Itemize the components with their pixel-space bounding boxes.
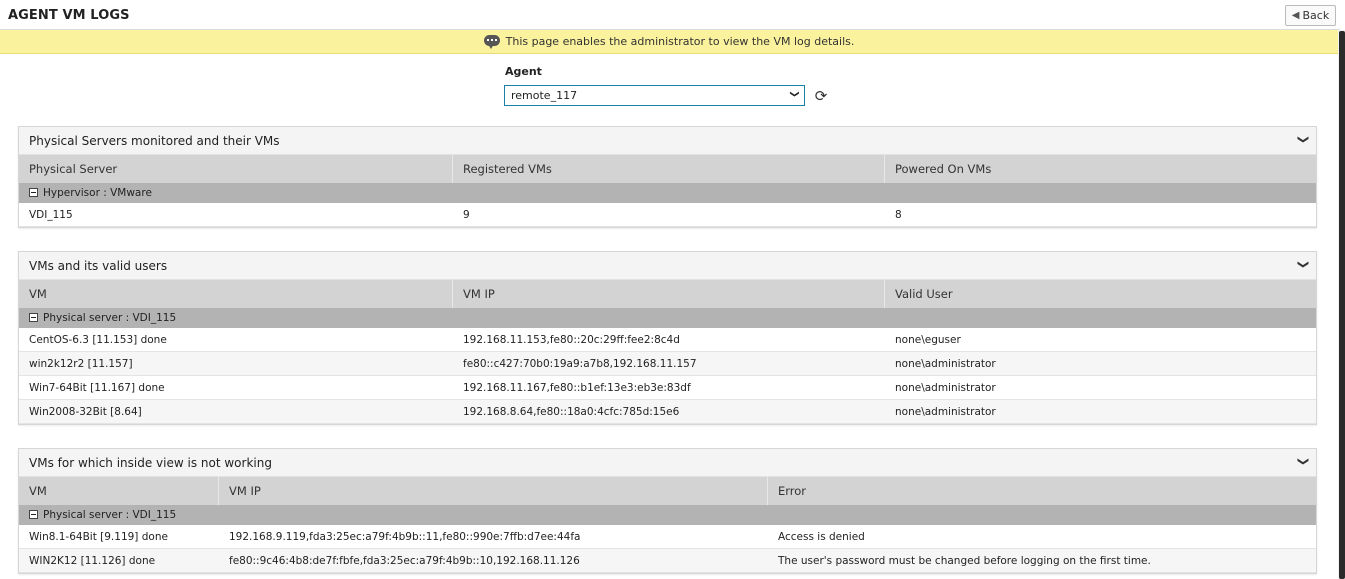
panel-title: VMs for which inside view is not working xyxy=(29,456,272,470)
table-cell: fe80::9c46:4b8:de7f:fbfe,fda3:25ec:a79f:… xyxy=(229,554,580,567)
panel-title: VMs and its valid users xyxy=(29,259,168,273)
group-row[interactable]: Physical server : VDI_115 xyxy=(19,505,1316,525)
table-cell: CentOS-6.3 [11.153] done xyxy=(29,333,167,346)
table-cell: 192.168.11.153,fe80::20c:29ff:fee2:8c4d xyxy=(463,333,680,346)
collapse-minus-icon[interactable] xyxy=(29,313,38,322)
physical-servers-panel: Physical Servers monitored and their VMs… xyxy=(18,126,1317,228)
table-cell: Win8.1-64Bit [9.119] done xyxy=(29,530,168,543)
table-row: Win7-64Bit [11.167] done 192.168.11.167,… xyxy=(19,376,1316,400)
refresh-icon[interactable]: ⟳ xyxy=(812,88,830,104)
column-header: Error xyxy=(778,484,807,498)
vm-valid-users-panel: VMs and its valid users ❯ VM VM IP Valid… xyxy=(18,251,1317,425)
collapse-chevron-icon[interactable]: ❯ xyxy=(1297,260,1310,269)
table-header: VM VM IP Error xyxy=(19,477,1316,505)
back-arrow-icon: ◀ xyxy=(1291,10,1300,21)
table-cell: none\administrator xyxy=(895,381,996,394)
table-cell: Win2008-32Bit [8.64] xyxy=(29,405,142,418)
group-label: Physical server : VDI_115 xyxy=(43,509,177,521)
column-header: Valid User xyxy=(895,287,953,301)
collapse-minus-icon[interactable] xyxy=(29,188,38,197)
table-cell: WIN2K12 [11.126] done xyxy=(29,554,156,567)
table-row: CentOS-6.3 [11.153] done 192.168.11.153,… xyxy=(19,328,1316,352)
panel-header[interactable]: Physical Servers monitored and their VMs… xyxy=(19,127,1316,155)
agent-label: Agent xyxy=(505,65,542,78)
table-cell: none\administrator xyxy=(895,405,996,418)
table-cell: none\eguser xyxy=(895,333,961,346)
page-header: AGENT VM LOGS ◀ Back xyxy=(0,0,1340,30)
table-cell: The user's password must be changed befo… xyxy=(778,554,1151,567)
table-row: Win8.1-64Bit [9.119] done 192.168.9.119,… xyxy=(19,525,1316,549)
group-label: Physical server : VDI_115 xyxy=(43,312,177,324)
collapse-minus-icon[interactable] xyxy=(29,510,38,519)
table-cell: 8 xyxy=(895,208,902,221)
column-header: Powered On VMs xyxy=(895,162,992,176)
group-row[interactable]: Physical server : VDI_115 xyxy=(19,308,1316,328)
column-header: Registered VMs xyxy=(453,155,885,183)
group-label: Hypervisor : VMware xyxy=(43,187,152,199)
inside-view-not-working-panel: VMs for which inside view is not working… xyxy=(18,448,1317,574)
panel-header[interactable]: VMs and its valid users ❯ xyxy=(19,252,1316,280)
group-row[interactable]: Hypervisor : VMware xyxy=(19,183,1316,203)
info-message: This page enables the administrator to v… xyxy=(505,35,855,48)
table-header: VM VM IP Valid User xyxy=(19,280,1316,308)
table-row: Win2008-32Bit [8.64] 192.168.8.64,fe80::… xyxy=(19,400,1316,424)
table-cell: Access is denied xyxy=(778,530,865,543)
table-cell: 9 xyxy=(463,208,470,221)
agent-select[interactable]: remote_117 ❯ xyxy=(504,85,805,106)
table-row: win2k12r2 [11.157] fe80::c427:70b0:19a9:… xyxy=(19,352,1316,376)
table-row: VDI_115 9 8 xyxy=(19,203,1316,227)
table-cell: 192.168.9.119,fda3:25ec:a79f:4b9b::11,fe… xyxy=(229,530,581,543)
panel-header[interactable]: VMs for which inside view is not working… xyxy=(19,449,1316,477)
back-button[interactable]: ◀ Back xyxy=(1285,5,1336,26)
table-header: Physical Server Registered VMs Powered O… xyxy=(19,155,1316,183)
column-header: VM IP xyxy=(453,280,885,308)
column-header: VM xyxy=(19,477,219,505)
table-cell: VDI_115 xyxy=(29,208,73,221)
collapse-chevron-icon[interactable]: ❯ xyxy=(1297,457,1310,466)
panel-title: Physical Servers monitored and their VMs xyxy=(29,134,280,148)
column-header: VM xyxy=(19,280,453,308)
scrollbar-thumb[interactable] xyxy=(1339,31,1345,579)
page-title: AGENT VM LOGS xyxy=(8,8,130,23)
column-header: Physical Server xyxy=(19,155,453,183)
table-cell: fe80::c427:70b0:19a9:a7b8,192.168.11.157 xyxy=(463,357,697,370)
table-cell: none\administrator xyxy=(895,357,996,370)
column-header: VM IP xyxy=(219,477,768,505)
table-cell: win2k12r2 [11.157] xyxy=(29,357,133,370)
table-cell: Win7-64Bit [11.167] done xyxy=(29,381,165,394)
table-row: WIN2K12 [11.126] done fe80::9c46:4b8:de7… xyxy=(19,549,1316,573)
collapse-chevron-icon[interactable]: ❯ xyxy=(1297,135,1310,144)
table-cell: 192.168.11.167,fe80::b1ef:13e3:eb3e:83df xyxy=(463,381,691,394)
info-banner: This page enables the administrator to v… xyxy=(0,30,1338,54)
chat-bubble-icon xyxy=(483,34,500,49)
chevron-down-icon: ❯ xyxy=(789,90,800,98)
agent-select-value: remote_117 xyxy=(511,89,578,102)
table-cell: 192.168.8.64,fe80::18a0:4cfc:785d:15e6 xyxy=(463,405,680,418)
back-button-label: Back xyxy=(1302,9,1330,22)
